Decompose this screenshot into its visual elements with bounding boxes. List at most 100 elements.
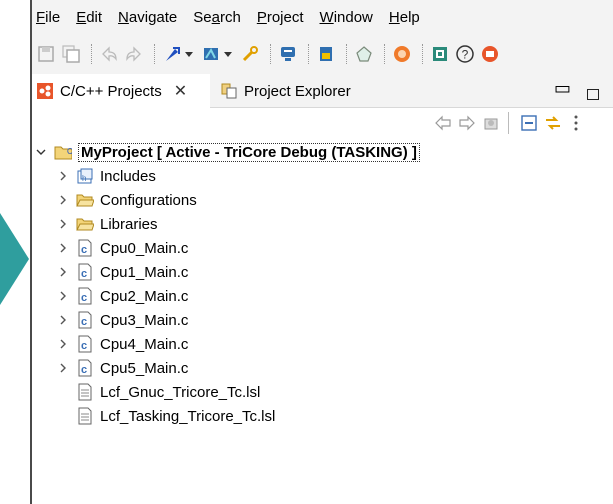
console-icon[interactable] [278, 44, 298, 64]
teal-arrow-marker [0, 213, 29, 305]
tree-item-libraries[interactable]: Libraries [56, 212, 158, 236]
tree-root[interactable]: C MyProject [ Active - TriCore Debug (TA… [34, 140, 420, 164]
chevron-down-icon[interactable] [34, 145, 48, 159]
external-tools-icon[interactable] [240, 44, 260, 64]
chevron-right-icon[interactable] [56, 265, 70, 279]
build-icon[interactable] [162, 44, 182, 64]
menu-window[interactable]: Window [320, 9, 373, 26]
menu-search[interactable]: Search [193, 9, 241, 26]
svg-text:c: c [81, 268, 87, 280]
menu-project[interactable]: Project [257, 9, 304, 26]
project-explorer-icon [220, 82, 238, 100]
back-icon[interactable] [434, 114, 452, 137]
minimize-view-icon[interactable]: ▭ [554, 78, 571, 99]
tab-cpp-projects[interactable]: C/C++ Projects ✕ [32, 74, 210, 108]
menu-bar: File Edit Navigate Search Project Window… [32, 0, 613, 34]
chip-icon[interactable] [430, 44, 450, 64]
tree-item-label: Lcf_Tasking_Tricore_Tc.lsl [100, 407, 276, 425]
cpp-projects-icon [36, 82, 54, 100]
tree-item-cpu1[interactable]: c Cpu1_Main.c [56, 260, 188, 284]
main-toolbar: ? [32, 34, 613, 74]
project-name: MyProject [ Active - TriCore Debug (TASK… [78, 142, 420, 162]
target-icon[interactable] [354, 44, 374, 64]
toolbar-separator [422, 44, 425, 64]
view-tab-bar: C/C++ Projects ✕ Project Explorer ▭ [32, 74, 613, 108]
view-toolbar [32, 108, 613, 138]
folder-icon [76, 191, 94, 209]
chevron-down-icon[interactable] [224, 51, 232, 57]
debug-icon[interactable] [201, 44, 221, 64]
view-menu-icon[interactable] [572, 114, 580, 137]
c-file-icon: c [76, 263, 94, 281]
undo-icon[interactable] [99, 44, 119, 64]
redo-icon[interactable] [124, 44, 144, 64]
c-file-icon: c [76, 359, 94, 377]
toolbar-separator [346, 44, 349, 64]
tree-item-label: Cpu1_Main.c [100, 263, 189, 281]
toolbar-separator [270, 44, 273, 64]
toolbar-separator [91, 44, 94, 64]
collapse-all-icon[interactable] [520, 114, 538, 137]
c-file-icon: c [76, 287, 94, 305]
tab-label: Project Explorer [244, 82, 351, 100]
tree-item-label: Includes [100, 167, 156, 185]
chevron-right-icon[interactable] [56, 361, 70, 375]
tab-project-explorer[interactable]: Project Explorer [216, 74, 351, 108]
memory-icon[interactable] [316, 44, 336, 64]
help-icon[interactable]: ? [455, 44, 475, 64]
svg-text:h: h [82, 174, 86, 183]
tree-item-label: Configurations [100, 191, 197, 209]
menu-navigate[interactable]: Navigate [118, 9, 177, 26]
chevron-right-icon[interactable] [56, 217, 70, 231]
svg-text:c: c [81, 364, 87, 376]
tree-item-lcf-tasking[interactable]: Lcf_Tasking_Tricore_Tc.lsl [76, 404, 275, 428]
text-file-icon [76, 383, 94, 401]
tree-item-configurations[interactable]: Configurations [56, 188, 197, 212]
svg-text:c: c [81, 340, 87, 352]
tab-label: C/C++ Projects [60, 82, 162, 100]
save-all-icon[interactable] [61, 44, 81, 64]
toolbar-separator [384, 44, 387, 64]
svg-text:c: c [81, 316, 87, 328]
toolbar-separator [154, 44, 157, 64]
chevron-right-icon[interactable] [56, 241, 70, 255]
record-icon[interactable] [392, 44, 412, 64]
chevron-right-icon[interactable] [56, 169, 70, 183]
tree-item-label: Cpu2_Main.c [100, 287, 189, 305]
forward-icon[interactable] [458, 114, 476, 137]
c-file-icon: c [76, 335, 94, 353]
tree-item-label: Lcf_Gnuc_Tricore_Tc.lsl [100, 383, 261, 401]
tree-item-cpu5[interactable]: c Cpu5_Main.c [56, 356, 188, 380]
svg-text:c: c [81, 244, 87, 256]
c-file-icon: c [76, 311, 94, 329]
tree-item-lcf-gnuc[interactable]: Lcf_Gnuc_Tricore_Tc.lsl [76, 380, 260, 404]
includes-icon: h [76, 167, 94, 185]
chevron-right-icon[interactable] [56, 337, 70, 351]
chevron-down-icon[interactable] [185, 51, 193, 57]
tree-item-cpu4[interactable]: c Cpu4_Main.c [56, 332, 188, 356]
tree-item-cpu2[interactable]: c Cpu2_Main.c [56, 284, 188, 308]
svg-text:?: ? [462, 48, 469, 62]
close-icon[interactable]: ✕ [174, 81, 187, 101]
tree-item-cpu0[interactable]: c Cpu0_Main.c [56, 236, 188, 260]
menu-edit[interactable]: Edit [76, 9, 102, 26]
tree-item-cpu3[interactable]: c Cpu3_Main.c [56, 308, 188, 332]
svg-text:C: C [67, 147, 72, 156]
link-with-editor-icon[interactable] [544, 114, 562, 137]
save-icon[interactable] [36, 44, 56, 64]
tree-item-label: Cpu0_Main.c [100, 239, 189, 257]
chevron-right-icon[interactable] [56, 193, 70, 207]
up-icon[interactable] [482, 114, 500, 137]
menu-file[interactable]: File [36, 9, 60, 26]
plugin-icon[interactable] [480, 44, 500, 64]
tree-item-includes[interactable]: h Includes [56, 164, 156, 188]
chevron-right-icon[interactable] [56, 313, 70, 327]
chevron-right-icon[interactable] [56, 289, 70, 303]
maximize-view-icon[interactable] [587, 89, 599, 100]
text-file-icon [76, 407, 94, 425]
tree-item-label: Cpu4_Main.c [100, 335, 189, 353]
toolbar-separator [308, 44, 311, 64]
view-toolbar-separator [508, 112, 509, 134]
tree-item-label: Cpu3_Main.c [100, 311, 189, 329]
menu-help[interactable]: Help [389, 9, 420, 26]
